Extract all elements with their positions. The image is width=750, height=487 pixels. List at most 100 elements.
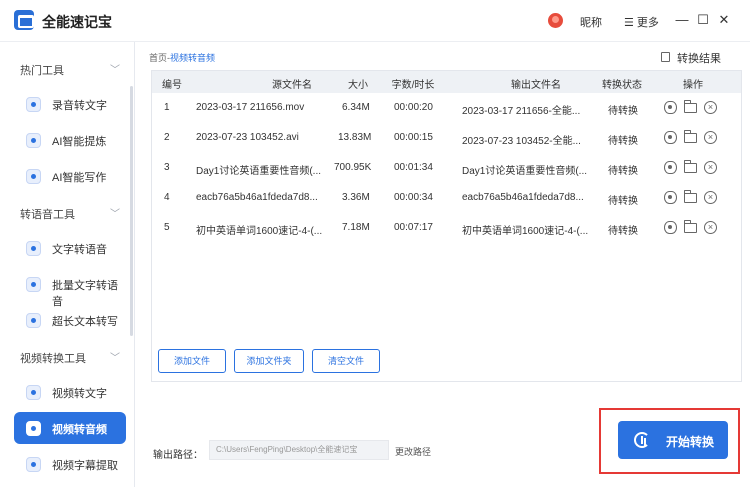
add-file-button[interactable]: 添加文件 [158,349,226,373]
speaker-icon [26,241,41,256]
cell-output: eacb76a5b46a1fdeda7d8... [462,192,584,203]
cell-no: 2 [164,132,170,143]
col-header-output: 输出文件名 [511,80,561,91]
cell-no: 4 [164,192,170,203]
sidebar-item-label: 录音转文字 [52,100,107,112]
sidebar-item-ai-write[interactable]: AI智能写作 [14,160,126,192]
cell-size: 6.34M [342,102,370,113]
sidebar-item-batch-tts[interactable]: 批量文字转语音 [14,268,126,308]
cell-status: 待转换 [608,166,638,177]
table-row[interactable]: 4 eacb76a5b46a1fdeda7d8... 3.36M 00:00:3… [152,183,741,213]
cell-status: 待转换 [608,196,638,207]
sidebar-item-label: 文字转语音 [52,244,107,256]
cell-duration: 00:00:20 [394,102,433,113]
sidebar-scrollbar[interactable] [130,86,133,336]
app-logo-icon [14,10,34,30]
close-circle-icon[interactable]: × [704,191,717,204]
sidebar-item-subtitle-extract[interactable]: 视频字幕提取 [14,448,126,480]
cell-output: 初中英语单词1600速记-4-(... [462,226,589,237]
cell-no: 3 [164,162,170,173]
breadcrumb-current: 视频转音频 [170,53,216,63]
waveform-icon [634,432,650,448]
sidebar-item-ai-extract[interactable]: AI智能提炼 [14,124,126,156]
folder-icon[interactable] [684,160,697,173]
col-header-actions: 操作 [683,80,703,91]
chevron-down-icon: ﹀ [110,65,120,76]
avatar-icon[interactable] [548,13,563,28]
ai-icon [26,133,41,148]
conversion-result-link[interactable]: 转换结果 [677,50,721,66]
cell-source: 2023-07-23 103452.avi [196,132,299,143]
sidebar-item-text-to-speech[interactable]: 文字转语音 [14,232,126,264]
cell-no: 1 [164,102,170,113]
close-icon[interactable]: ✕ [716,11,732,29]
music-icon [26,421,41,436]
table-header: 编号 源文件名 大小 字数/时长 输出文件名 转换状态 操作 [152,71,741,93]
close-circle-icon[interactable]: × [704,161,717,174]
more-menu-button[interactable]: ☰ 更多 [624,14,659,30]
document-icon [661,52,670,62]
eye-icon[interactable] [664,131,677,144]
close-circle-icon[interactable]: × [704,131,717,144]
title-bar: 全能速记宝 昵称 ☰ 更多 — ☐ ✕ [0,0,750,42]
document-icon [26,313,41,328]
eye-icon[interactable] [664,101,677,114]
eye-icon[interactable] [664,191,677,204]
breadcrumb-home[interactable]: 首页 [149,53,167,63]
cell-source: 初中英语单词1600速记-4-(... [196,226,323,237]
col-header-no: 编号 [162,80,182,91]
nickname-link[interactable]: 昵称 [580,14,602,30]
cell-duration: 00:01:34 [394,162,433,173]
close-circle-icon[interactable]: × [704,101,717,114]
group-video-tools[interactable]: 视频转换工具 ﹀ [0,346,130,368]
app-title: 全能速记宝 [42,14,112,30]
folder-icon[interactable] [684,130,697,143]
sidebar-item-video-to-text[interactable]: 视频转文字 [14,376,126,408]
eye-icon[interactable] [664,161,677,174]
table-row[interactable]: 2 2023-07-23 103452.avi 13.83M 00:00:15 … [152,123,741,153]
sidebar-item-label: AI智能提炼 [52,136,107,148]
cell-source: 2023-03-17 211656.mov [196,102,305,113]
group-hot-tools[interactable]: 热门工具 ﹀ [0,58,130,80]
minimize-icon[interactable]: — [674,11,690,29]
output-path-label: 输出路径： [153,450,203,461]
col-header-size: 大小 [348,80,368,91]
sidebar-item-label: 视频字幕提取 [52,460,118,472]
col-header-duration: 字数/时长 [391,80,435,91]
cell-output: 2023-07-23 103452-全能... [462,136,581,147]
cell-duration: 00:07:17 [394,222,433,233]
close-circle-icon[interactable]: × [704,221,717,234]
group-label: 热门工具 [20,65,64,77]
sidebar-item-video-to-audio[interactable]: 视频转音频 [14,412,126,444]
cell-status: 待转换 [608,106,638,117]
sidebar-item-label: 超长文本转写 [52,316,118,328]
output-path-field[interactable]: C:\Users\FengPing\Desktop\全能速记宝 [209,440,389,460]
cell-status: 待转换 [608,136,638,147]
folder-icon[interactable] [684,220,697,233]
folder-icon[interactable] [684,190,697,203]
maximize-icon[interactable]: ☐ [695,11,711,29]
subtitle-icon [26,457,41,472]
ai-write-icon [26,169,41,184]
folder-icon[interactable] [684,100,697,113]
add-folder-button[interactable]: 添加文件夹 [234,349,304,373]
eye-icon[interactable] [664,221,677,234]
table-row[interactable]: 3 Day1讨论英语重要性音频(... 700.95K 00:01:34 Day… [152,153,741,183]
group-label: 视频转换工具 [20,353,86,365]
cell-no: 5 [164,222,170,233]
table-row[interactable]: 1 2023-03-17 211656.mov 6.34M 00:00:20 2… [152,93,741,123]
chevron-down-icon: ﹀ [110,353,120,364]
table-row[interactable]: 5 初中英语单词1600速记-4-(... 7.18M 00:07:17 初中英… [152,213,741,243]
start-conversion-button[interactable]: 开始转换 [618,421,728,459]
clear-files-button[interactable]: 清空文件 [312,349,380,373]
group-tts-tools[interactable]: 转语音工具 ﹀ [0,202,130,224]
change-path-link[interactable]: 更改路径 [395,445,431,458]
cell-size: 3.36M [342,192,370,203]
sidebar-item-long-text[interactable]: 超长文本转写 [14,304,126,336]
sidebar-item-audio-to-text[interactable]: 录音转文字 [14,88,126,120]
group-label: 转语音工具 [20,209,75,221]
cell-output: Day1讨论英语重要性音频(... [462,166,588,177]
cell-status: 待转换 [608,226,638,237]
file-table: 编号 源文件名 大小 字数/时长 输出文件名 转换状态 操作 1 2023-03… [151,70,742,382]
sidebar: 热门工具 ﹀ 录音转文字 AI智能提炼 AI智能写作 转语音工具 ﹀ 文字转语音… [0,42,135,487]
